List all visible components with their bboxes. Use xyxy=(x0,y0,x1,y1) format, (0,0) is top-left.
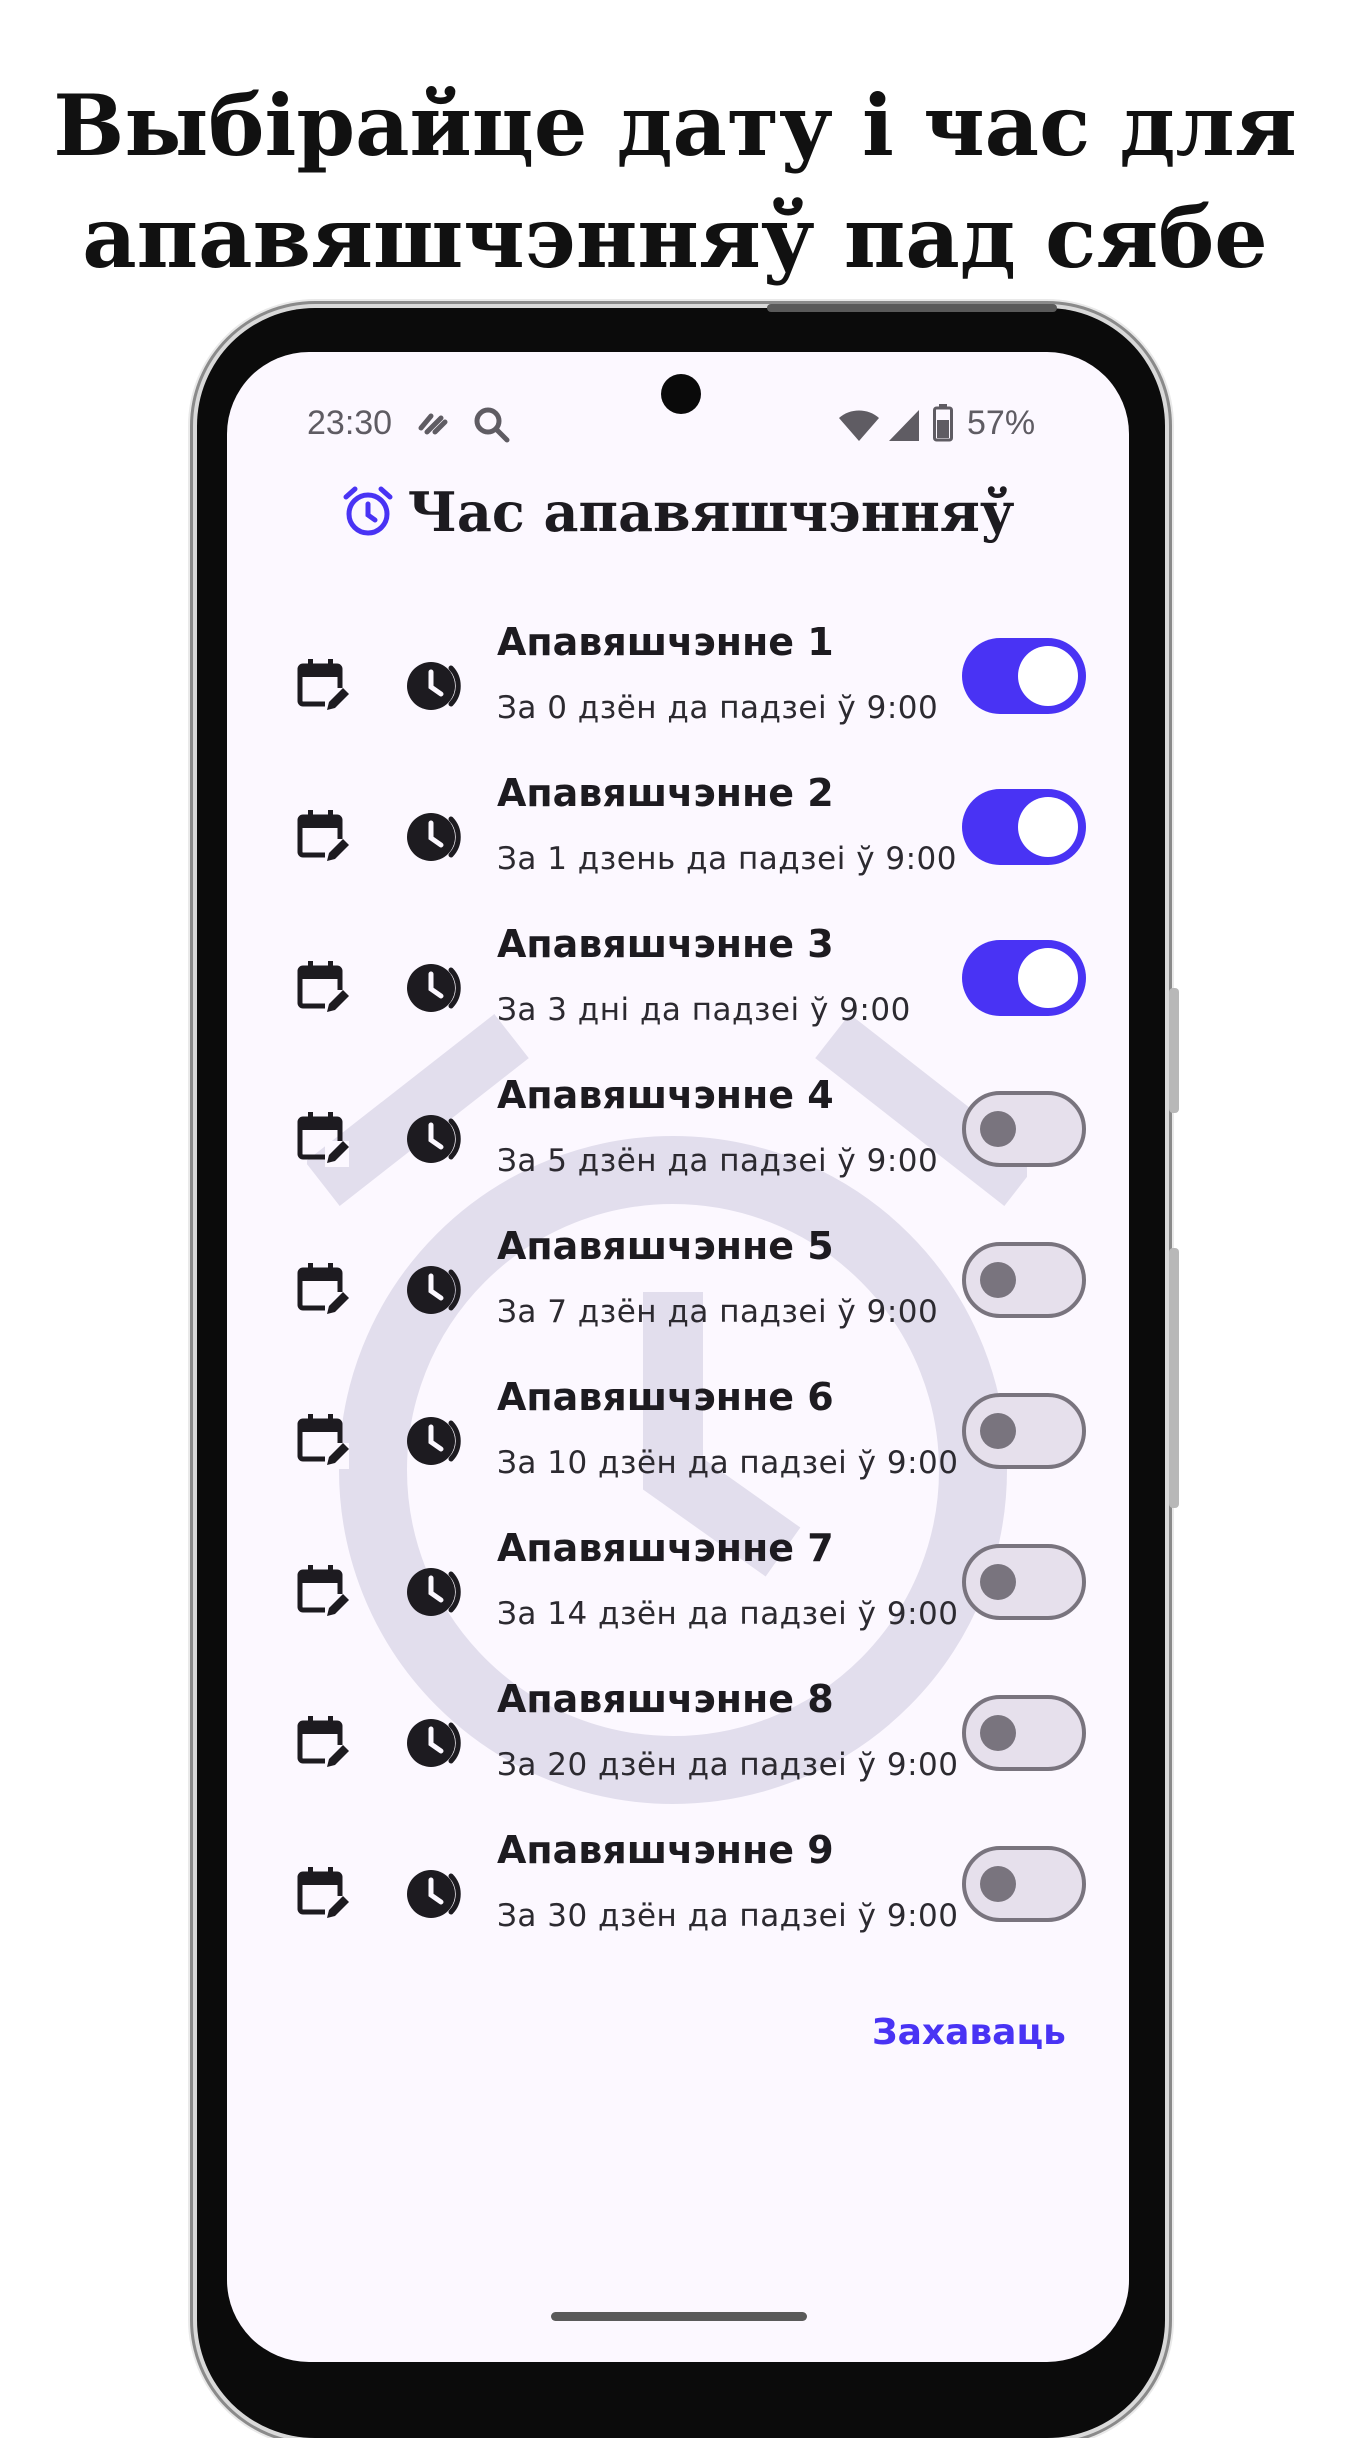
notification-icon xyxy=(418,413,448,435)
edit-date-icon[interactable] xyxy=(297,1715,351,1775)
notification-row: Апавяшчэнне 6 За 10 дзён да падзеі ў 9:00 xyxy=(227,1375,1129,1526)
toggle-knob xyxy=(980,1262,1016,1298)
phone-top-slot xyxy=(767,304,1057,312)
notification-description: За 10 дзён да падзеі ў 9:00 xyxy=(497,1445,959,1481)
edit-date-icon[interactable] xyxy=(297,1564,351,1624)
notification-name: Апавяшчэнне 4 xyxy=(497,1073,834,1117)
notification-description: За 3 дні да падзеі ў 9:00 xyxy=(497,992,911,1028)
notification-description: За 30 дзён да падзеі ў 9:00 xyxy=(497,1898,959,1934)
notification-name: Апавяшчэнне 1 xyxy=(497,620,834,664)
notification-toggle[interactable] xyxy=(962,940,1086,1016)
battery-icon xyxy=(933,404,953,442)
notification-toggle[interactable] xyxy=(962,1695,1086,1771)
edit-time-icon[interactable] xyxy=(405,1413,467,1473)
edit-date-icon[interactable] xyxy=(297,1111,351,1171)
notification-description: За 0 дзён да падзеі ў 9:00 xyxy=(497,690,939,726)
phone-side-button-power xyxy=(1169,988,1179,1113)
notification-row: Апавяшчэнне 1 За 0 дзён да падзеі ў 9:00 xyxy=(227,620,1129,771)
toggle-knob xyxy=(1018,646,1078,706)
gesture-home-bar[interactable] xyxy=(551,2312,807,2321)
edit-date-icon[interactable] xyxy=(297,809,351,869)
notification-name: Апавяшчэнне 6 xyxy=(497,1375,834,1419)
edit-date-icon[interactable] xyxy=(297,1866,351,1926)
edit-time-icon[interactable] xyxy=(405,1866,467,1926)
notification-name: Апавяшчэнне 2 xyxy=(497,771,834,815)
edit-date-icon[interactable] xyxy=(297,658,351,718)
toggle-knob xyxy=(1018,948,1078,1008)
battery-percent: 57% xyxy=(967,404,1036,442)
edit-time-icon[interactable] xyxy=(405,809,467,869)
promo-headline: Выбірайце дату і час для апавяшчэнняў па… xyxy=(0,70,1350,294)
notification-toggle[interactable] xyxy=(962,1544,1086,1620)
notification-row: Апавяшчэнне 5 За 7 дзён да падзеі ў 9:00 xyxy=(227,1224,1129,1375)
edit-time-icon[interactable] xyxy=(405,1262,467,1322)
notification-toggle[interactable] xyxy=(962,1393,1086,1469)
edit-date-icon[interactable] xyxy=(297,1413,351,1473)
cell-signal-icon xyxy=(889,410,919,441)
edit-date-icon[interactable] xyxy=(297,960,351,1020)
toggle-knob xyxy=(980,1111,1016,1147)
save-button[interactable]: Захаваць xyxy=(872,2012,1066,2053)
toggle-knob xyxy=(980,1413,1016,1449)
edit-time-icon[interactable] xyxy=(405,1715,467,1775)
screen-title-text: Час апавяшчэнняў xyxy=(407,480,1015,544)
edit-time-icon[interactable] xyxy=(405,960,467,1020)
notification-row: Апавяшчэнне 4 За 5 дзён да падзеі ў 9:00 xyxy=(227,1073,1129,1224)
notification-description: За 1 дзень да падзеі ў 9:00 xyxy=(497,841,958,877)
toggle-knob xyxy=(980,1715,1016,1751)
notification-description: За 20 дзён да падзеі ў 9:00 xyxy=(497,1747,959,1783)
notification-description: За 5 дзён да падзеі ў 9:00 xyxy=(497,1143,939,1179)
notification-description: За 14 дзён да падзеі ў 9:00 xyxy=(497,1596,959,1632)
headline-line-2: апавяшчэнняў пад сябе xyxy=(82,188,1268,287)
search-icon xyxy=(474,407,510,443)
notification-toggle[interactable] xyxy=(962,1846,1086,1922)
notification-toggle[interactable] xyxy=(962,1242,1086,1318)
phone-screen: 23:30 57% Час апавяшчэнняў Апавяшчэнне 1… xyxy=(227,352,1129,2362)
toggle-knob xyxy=(980,1564,1016,1600)
notification-toggle[interactable] xyxy=(962,789,1086,865)
wifi-icon xyxy=(839,410,879,441)
front-camera xyxy=(661,374,701,414)
notification-row: Апавяшчэнне 8 За 20 дзён да падзеі ў 9:00 xyxy=(227,1677,1129,1828)
notification-row: Апавяшчэнне 7 За 14 дзён да падзеі ў 9:00 xyxy=(227,1526,1129,1677)
edit-date-icon[interactable] xyxy=(297,1262,351,1322)
phone-side-button-volume xyxy=(1169,1248,1179,1508)
notification-description: За 7 дзён да падзеі ў 9:00 xyxy=(497,1294,939,1330)
notification-row: Апавяшчэнне 3 За 3 дні да падзеі ў 9:00 xyxy=(227,922,1129,1073)
notification-name: Апавяшчэнне 9 xyxy=(497,1828,834,1872)
edit-time-icon[interactable] xyxy=(405,1111,467,1171)
toggle-knob xyxy=(980,1866,1016,1902)
notification-name: Апавяшчэнне 8 xyxy=(497,1677,834,1721)
toggle-knob xyxy=(1018,797,1078,857)
headline-line-1: Выбірайце дату і час для xyxy=(53,76,1297,175)
alarm-clock-icon xyxy=(343,486,393,536)
notification-name: Апавяшчэнне 5 xyxy=(497,1224,834,1268)
edit-time-icon[interactable] xyxy=(405,1564,467,1624)
notification-name: Апавяшчэнне 3 xyxy=(497,922,834,966)
notification-toggle[interactable] xyxy=(962,638,1086,714)
notification-row: Апавяшчэнне 9 За 30 дзён да падзеі ў 9:00 xyxy=(227,1828,1129,1979)
notification-toggle[interactable] xyxy=(962,1091,1086,1167)
edit-time-icon[interactable] xyxy=(405,658,467,718)
notification-name: Апавяшчэнне 7 xyxy=(497,1526,834,1570)
status-time: 23:30 xyxy=(307,404,393,442)
screen-title: Час апавяшчэнняў xyxy=(227,480,1129,544)
notification-row: Апавяшчэнне 2 За 1 дзень да падзеі ў 9:00 xyxy=(227,771,1129,922)
